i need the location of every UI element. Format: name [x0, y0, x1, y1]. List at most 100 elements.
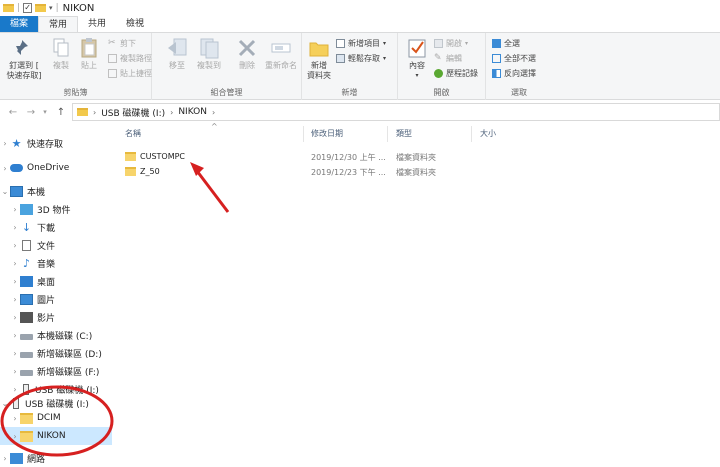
column-header-name[interactable]: 名稱	[125, 128, 141, 142]
column-header-modified[interactable]: 修改日期	[311, 128, 343, 142]
sidebar-item-music[interactable]: › ♪ 音樂	[0, 254, 112, 272]
new-folder-quick-icon[interactable]	[35, 4, 47, 12]
cut-button[interactable]: ✂ 剪下	[108, 38, 136, 49]
sidebar-item-label: DCIM	[37, 413, 61, 423]
sidebar-item-onedrive[interactable]: › OneDrive	[0, 159, 112, 177]
column-header-type[interactable]: 類型	[396, 128, 412, 142]
edit-pencil-icon: ✎	[434, 53, 442, 63]
history-button[interactable]: 歷程記錄	[434, 68, 478, 79]
paste-button[interactable]: 貼上	[72, 37, 106, 71]
rename-label: 重新命名	[265, 61, 297, 70]
drive-icon	[20, 369, 33, 376]
select-none-button[interactable]: 全部不選	[492, 53, 536, 64]
chevron-right-icon: ›	[13, 413, 17, 423]
breadcrumb-nikon[interactable]: NIKON	[178, 107, 207, 117]
sidebar-item-nikon[interactable]: › NIKON	[0, 427, 112, 445]
file-list: ^ 名稱 修改日期 類型 大小 CUSTOMPC 2019/12/30 上午 .…	[115, 122, 720, 467]
chevron-right-icon: ›	[170, 107, 174, 117]
easy-access-icon	[336, 54, 345, 63]
chevron-right-icon: ›	[13, 312, 17, 322]
document-icon	[22, 239, 31, 251]
paste-label: 貼上	[81, 61, 97, 70]
open-button[interactable]: 開啟 ▾	[434, 38, 468, 49]
organize-group: 移至 複製到 刪除 重新命名 組合管理	[152, 33, 302, 100]
new-item-button[interactable]: 新增項目 ▾	[336, 38, 386, 49]
sidebar-item-network[interactable]: › 網路	[0, 449, 112, 467]
column-divider[interactable]	[303, 126, 304, 142]
new-group: 新增 資料夾 新增項目 ▾ 輕鬆存取 ▾ 新增	[302, 33, 398, 100]
sidebar-item-drive-f[interactable]: › 新增磁碟區 (F:)	[0, 362, 112, 380]
properties-button[interactable]: 內容 ▾	[400, 37, 434, 81]
properties-check-icon[interactable]: ✓	[23, 3, 33, 13]
customize-dropdown-icon[interactable]: ▾	[49, 4, 53, 12]
copy-path-button[interactable]: 複製路徑	[108, 53, 152, 64]
column-divider[interactable]	[471, 126, 472, 142]
clipboard-group-label: 剪貼簿	[63, 88, 88, 97]
forward-arrow-icon[interactable]: →	[24, 107, 38, 118]
pin-quick-access-button[interactable]: 釘選到 [ 快速存取]	[2, 37, 46, 81]
cut-label: 剪下	[120, 39, 136, 48]
sidebar-item-3d-objects[interactable]: › 3D 物件	[0, 200, 112, 218]
chevron-right-icon: ›	[13, 240, 17, 250]
select-none-icon	[492, 54, 501, 63]
copy-to-button[interactable]: 複製到	[192, 37, 226, 71]
open-group: 內容 ▾ 開啟 ▾ ✎ 編輯 歷程記錄 開啟	[398, 33, 486, 100]
sidebar-item-drive-c[interactable]: › 本機磁碟 (C:)	[0, 326, 112, 344]
separator: |	[55, 3, 59, 13]
new-folder-button[interactable]: 新增 資料夾	[302, 37, 336, 81]
invert-selection-button[interactable]: 反向選擇	[492, 68, 536, 79]
drive-icon	[20, 351, 33, 358]
tab-file[interactable]: 檔案	[0, 16, 39, 32]
chevron-right-icon: ›	[13, 384, 17, 394]
easy-access-label: 輕鬆存取	[348, 54, 380, 63]
copy-path-label: 複製路徑	[120, 54, 152, 63]
breadcrumb-usb-drive[interactable]: USB 磁碟機 (I:)	[101, 106, 165, 119]
move-to-button[interactable]: 移至	[160, 37, 194, 71]
chevron-right-icon: ›	[13, 431, 17, 441]
back-arrow-icon[interactable]: ←	[6, 107, 20, 118]
chevron-right-icon: ›	[13, 258, 17, 268]
navigation-pane: › ★ 快速存取 › OneDrive ⌄ 本機 › 3D 物件 › ↓ 下載 …	[0, 128, 112, 467]
easy-access-button[interactable]: 輕鬆存取 ▾	[336, 53, 386, 64]
edit-button[interactable]: ✎ 編輯	[434, 53, 462, 64]
address-bar[interactable]: › USB 磁碟機 (I:) › NIKON ›	[72, 103, 720, 121]
rename-button[interactable]: 重新命名	[262, 37, 300, 71]
select-all-button[interactable]: 全選	[492, 38, 520, 49]
chevron-down-icon: ⌄	[1, 398, 9, 408]
sidebar-item-downloads[interactable]: › ↓ 下載	[0, 218, 112, 236]
sidebar-item-dcim[interactable]: › DCIM	[0, 409, 112, 427]
recent-locations-icon[interactable]: ▾	[38, 108, 52, 116]
sidebar-item-label: 新增磁碟區 (F:)	[37, 367, 100, 378]
ribbon-tabs: 檔案 常用 共用 檢視	[0, 16, 720, 32]
sidebar-item-this-pc[interactable]: ⌄ 本機	[0, 182, 112, 200]
sidebar-item-label: 文件	[37, 241, 56, 252]
sidebar-item-label: 快速存取	[27, 139, 64, 150]
paste-shortcut-button[interactable]: 貼上捷徑	[108, 68, 152, 79]
sidebar-item-label: 本機磁碟 (C:)	[37, 331, 93, 342]
delete-x-icon	[238, 39, 256, 57]
copy-path-icon	[108, 54, 117, 63]
tab-share[interactable]: 共用	[78, 16, 116, 32]
sidebar-item-quick-access[interactable]: › ★ 快速存取	[0, 134, 112, 152]
folder-icon	[3, 4, 14, 12]
chevron-right-icon: ›	[13, 222, 17, 232]
new-group-label: 新增	[341, 88, 358, 97]
sidebar-item-documents[interactable]: › 文件	[0, 236, 112, 254]
column-divider[interactable]	[387, 126, 388, 142]
new-item-icon	[336, 39, 345, 48]
up-arrow-icon[interactable]: ↑	[54, 107, 68, 118]
paste-shortcut-label: 貼上捷徑	[120, 69, 152, 78]
sidebar-item-label: 本機	[27, 187, 46, 198]
chevron-right-icon: ›	[13, 204, 17, 214]
tab-home[interactable]: 常用	[38, 16, 79, 32]
column-header-size[interactable]: 大小	[480, 128, 496, 142]
sidebar-item-drive-d[interactable]: › 新增磁碟區 (D:)	[0, 344, 112, 362]
sidebar-item-pictures[interactable]: › 圖片	[0, 290, 112, 308]
cloud-icon	[10, 164, 23, 172]
sidebar-item-desktop[interactable]: › 桌面	[0, 272, 112, 290]
sidebar-item-videos[interactable]: › 影片	[0, 308, 112, 326]
folder-icon	[125, 151, 136, 161]
open-group-label: 開啟	[433, 88, 450, 97]
tab-view[interactable]: 檢視	[116, 16, 154, 32]
delete-button[interactable]: 刪除	[230, 37, 264, 71]
